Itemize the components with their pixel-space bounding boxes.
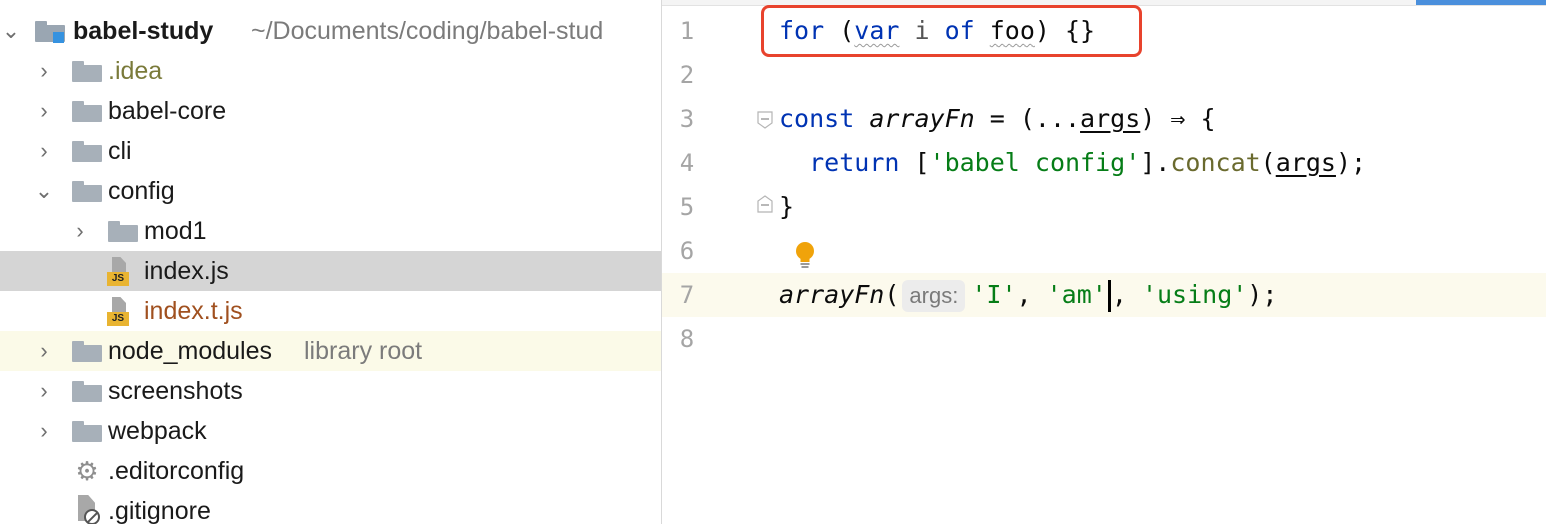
tree-item-editorconfig[interactable]: ⚙ .editorconfig (0, 451, 661, 491)
folder-icon (72, 141, 102, 162)
js-file-icon: JS (107, 257, 133, 287)
fold-collapse-icon[interactable] (757, 111, 773, 129)
function-call-name: arrayFn (779, 280, 885, 309)
gear-icon: ⚙ (75, 456, 99, 486)
code-token: ) ⇒ { (1140, 104, 1216, 133)
active-tab-indicator (1416, 0, 1546, 5)
tree-item-gitignore[interactable]: .gitignore (0, 491, 661, 524)
chevron-right-icon[interactable]: › (33, 131, 55, 171)
js-file-icon: JS (107, 297, 133, 327)
code-token: = (... (974, 104, 1081, 133)
tree-item-mod1[interactable]: › mod1 (0, 211, 661, 251)
tree-item-label: babel-core (108, 97, 227, 125)
library-root-label: library root (304, 337, 423, 365)
code-token: ); (1247, 280, 1278, 309)
code-editor[interactable]: 1 2 3 4 5 6 7 8 for (var i of foo) {} co… (662, 0, 1546, 524)
folder-icon (108, 221, 138, 242)
code-line-3[interactable]: const arrayFn = (...args) ⇒ { (779, 97, 1216, 141)
tree-item-screenshots[interactable]: › screenshots (0, 371, 661, 411)
folder-icon (72, 341, 102, 362)
folder-icon (72, 101, 102, 122)
line-number: 6 (679, 237, 695, 265)
chevron-down-icon[interactable]: ⌄ (0, 11, 22, 51)
folder-icon (72, 61, 102, 82)
module-folder-icon (35, 21, 65, 43)
ignored-file-icon (74, 495, 100, 524)
tree-item-label: .gitignore (108, 497, 211, 524)
tree-item-config[interactable]: ⌄ config (0, 171, 661, 211)
code-line-7[interactable]: arrayFn(args: 'I', 'am', 'using'); (779, 273, 1277, 317)
parameter-args: args (1275, 148, 1336, 177)
tree-item-label: cli (108, 137, 132, 165)
tree-item-babel-core[interactable]: › babel-core (0, 91, 661, 131)
chevron-right-icon[interactable]: › (33, 371, 55, 411)
tree-item-label: .editorconfig (108, 457, 245, 485)
project-tree: ⌄ babel-study ~/Documents/coding/babel-s… (0, 0, 661, 524)
tree-root-path: ~/Documents/coding/babel-stud (251, 17, 604, 45)
line-number: 7 (679, 281, 695, 309)
tree-root-name: babel-study (73, 17, 214, 45)
chevron-right-icon[interactable]: › (33, 91, 55, 131)
tree-item-label: .idea (108, 57, 163, 85)
method-concat: concat (1170, 148, 1261, 177)
keyword-const: const (779, 104, 855, 133)
tree-item-index-js[interactable]: JS index.js (0, 251, 661, 291)
tree-item-label: webpack (108, 417, 207, 445)
code-token: ( (884, 280, 900, 309)
fold-end-icon[interactable] (757, 195, 773, 213)
tree-item-label: screenshots (108, 377, 243, 405)
intention-bulb-icon[interactable] (792, 240, 818, 272)
tree-item-label: index.js (144, 257, 229, 285)
tree-item-label: config (108, 177, 175, 205)
code-line-4[interactable]: return ['babel config'].concat(args); (779, 141, 1366, 185)
tree-item-label: mod1 (144, 217, 207, 245)
line-number: 8 (679, 325, 695, 353)
tree-item-label: node_modules (108, 337, 273, 365)
code-token: , (1016, 280, 1047, 309)
chevron-down-icon[interactable]: ⌄ (33, 171, 55, 211)
tree-item-label: index.t.js (144, 297, 243, 325)
parameter-args: args (1080, 104, 1141, 133)
line-number: 4 (679, 149, 695, 177)
chevron-right-icon[interactable]: › (33, 51, 55, 91)
code-token: , (1111, 280, 1142, 309)
folder-icon (72, 381, 102, 402)
text-caret (1107, 280, 1111, 312)
tree-item-idea[interactable]: › .idea (0, 51, 661, 91)
tree-item-cli[interactable]: › cli (0, 131, 661, 171)
tree-item-webpack[interactable]: › webpack (0, 411, 661, 451)
annotation-highlight-box (761, 5, 1142, 57)
keyword-return: return (809, 148, 900, 177)
chevron-right-icon[interactable]: › (33, 331, 55, 371)
string-literal: 'using' (1141, 280, 1248, 309)
line-number: 1 (679, 17, 695, 45)
string-literal: 'babel config' (929, 148, 1141, 177)
folder-icon (72, 421, 102, 442)
line-number: 5 (679, 193, 695, 221)
function-name: arrayFn (869, 104, 975, 133)
string-literal: 'I' (971, 280, 1017, 309)
code-token: } (779, 192, 795, 221)
tree-root-row[interactable]: ⌄ babel-study ~/Documents/coding/babel-s… (0, 11, 661, 51)
folder-icon (72, 181, 102, 202)
tree-item-node-modules[interactable]: › node_modules library root (0, 331, 661, 371)
code-token: ]. (1140, 148, 1171, 177)
string-literal: 'am' (1046, 280, 1107, 309)
parameter-hint: args: (902, 280, 966, 312)
code-token: [ (899, 148, 930, 177)
line-number: 2 (679, 61, 695, 89)
code-line-5[interactable]: } (779, 185, 794, 229)
code-token: ( (1260, 148, 1276, 177)
line-number: 3 (679, 105, 695, 133)
tree-item-index-t-js[interactable]: JS index.t.js (0, 291, 661, 331)
code-token: ); (1335, 148, 1367, 177)
chevron-right-icon[interactable]: › (69, 211, 91, 251)
chevron-right-icon[interactable]: › (33, 411, 55, 451)
